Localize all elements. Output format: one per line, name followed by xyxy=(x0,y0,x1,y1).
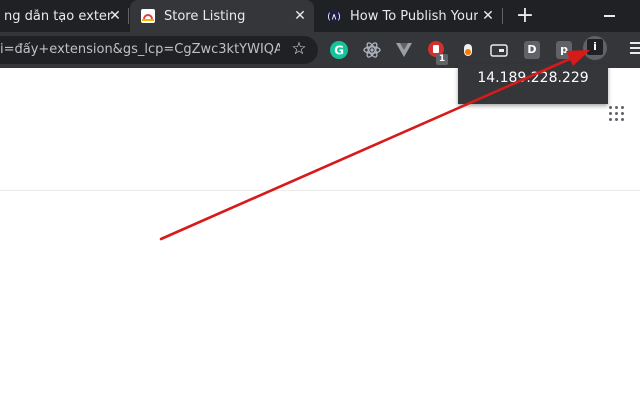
site-favicon-icon: (∧) xyxy=(326,8,342,24)
tab-title: How To Publish Your Ch xyxy=(350,8,478,24)
browser-window: ng dẫn tạo extensio ✕ Store Listing ✕ (∧… xyxy=(0,0,640,400)
browser-menu-icon[interactable] xyxy=(630,42,640,57)
tab-title: Store Listing xyxy=(164,8,246,24)
minimize-button[interactable] xyxy=(604,15,615,17)
vue-devtools-icon[interactable] xyxy=(394,40,414,60)
close-tab-icon[interactable]: ✕ xyxy=(107,8,123,24)
toolbar: i=đẩy+extension&gs_lcp=CgZwc3ktYWIQAx...… xyxy=(0,32,640,68)
svg-text:G: G xyxy=(334,44,344,58)
tab-separator xyxy=(128,8,129,24)
react-devtools-icon[interactable] xyxy=(362,40,382,60)
svg-text:(∧): (∧) xyxy=(327,13,341,23)
tab-store-listing[interactable]: Store Listing xyxy=(130,0,314,32)
bookmark-star-icon[interactable]: ☆ xyxy=(290,39,308,59)
new-tab-button[interactable]: + xyxy=(514,5,536,27)
address-bar[interactable]: i=đẩy+extension&gs_lcp=CgZwc3ktYWIQAx...… xyxy=(0,36,318,64)
d-extension-icon[interactable]: D xyxy=(524,41,540,59)
tab-title: ng dẫn tạo extensio xyxy=(4,8,112,24)
close-tab-icon[interactable]: ✕ xyxy=(480,8,496,24)
close-tab-icon[interactable]: ✕ xyxy=(292,8,308,24)
i-extension-icon[interactable]: i xyxy=(587,39,603,55)
tab-strip: ng dẫn tạo extensio ✕ Store Listing ✕ (∧… xyxy=(0,0,640,32)
url-text[interactable]: i=đẩy+extension&gs_lcp=CgZwc3ktYWIQAx... xyxy=(0,42,280,57)
tab-how-to-publish[interactable]: (∧) How To Publish Your Ch xyxy=(318,0,478,32)
tab-extension-guide[interactable]: ng dẫn tạo extensio xyxy=(0,0,112,32)
ip-popup: 14.189.228.229 xyxy=(458,64,608,104)
wallet-extension-icon[interactable] xyxy=(489,40,509,60)
orange-extension-icon[interactable] xyxy=(458,40,478,60)
chrome-web-store-icon xyxy=(141,9,155,23)
ip-address-text: 14.189.228.229 xyxy=(477,70,589,86)
extension-badge: 1 xyxy=(436,54,448,65)
tab-separator xyxy=(502,8,503,24)
p-extension-icon[interactable]: p xyxy=(556,41,572,59)
grammarly-extension-icon[interactable]: G xyxy=(329,40,349,60)
google-apps-icon[interactable] xyxy=(609,106,625,122)
page-divider xyxy=(0,190,640,191)
